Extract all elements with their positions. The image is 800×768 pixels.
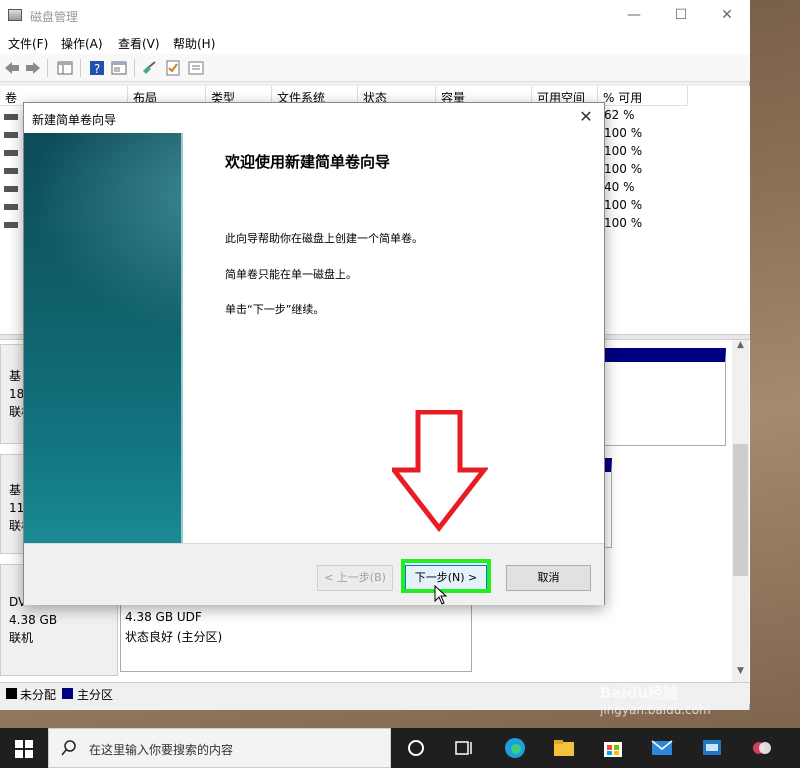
watermark-url: jingyan.baidu.com (600, 703, 711, 717)
volume-icon (4, 132, 18, 138)
unallocated-swatch (6, 688, 17, 699)
volume-icon (4, 222, 18, 228)
mail-icon[interactable] (650, 736, 674, 760)
store-icon[interactable] (601, 736, 625, 760)
vertical-scrollbar[interactable]: ▲ ▼ (732, 340, 749, 682)
console-tree-icon[interactable] (56, 59, 74, 77)
menu-view[interactable]: 查看(V) (118, 35, 160, 52)
disk-management-icon (8, 9, 22, 21)
percent-free-cell: 40 % (604, 180, 635, 194)
title-bar[interactable]: 磁盘管理 — ☐ ✕ (0, 0, 750, 32)
cancel-button[interactable]: 取消 (506, 565, 591, 591)
red-down-arrow-icon (392, 410, 488, 532)
legend-unallocated: 未分配 (20, 688, 57, 702)
help-icon[interactable]: ? (88, 59, 106, 77)
toolbar-divider (80, 59, 81, 77)
mouse-cursor-icon (434, 585, 448, 605)
new-simple-volume-wizard: 新建简单卷向导 ✕ 欢迎使用新建简单卷向导 此向导帮助你在磁盘上创建一个简单卷。… (23, 102, 605, 605)
disk-size: 4.38 GB (9, 613, 58, 627)
watermark-title: Baidu经验 (600, 684, 679, 702)
volume-icon (4, 114, 18, 120)
checklist-icon[interactable] (164, 59, 182, 77)
file-explorer-icon[interactable] (552, 736, 576, 760)
disk-0-partition[interactable] (602, 348, 726, 446)
percent-free-cell: 100 % (604, 144, 643, 158)
scroll-thumb[interactable] (733, 444, 748, 576)
window-title: 磁盘管理 (30, 10, 79, 24)
baidu-watermark: Baidu经验 jingyan.baidu.com (600, 682, 711, 717)
legend-primary: 主分区 (77, 688, 114, 702)
svg-text:?: ? (94, 62, 100, 76)
volume-icon (4, 168, 18, 174)
wizard-note: 简单卷只能在单一磁盘上。 (225, 268, 357, 281)
search-placeholder: 在这里输入你要搜索的内容 (89, 743, 234, 757)
partition-status: 状态良好 (主分区) (125, 630, 223, 644)
minimize-button[interactable]: — (611, 0, 657, 32)
wizard-instruction: 单击“下一步”继续。 (225, 303, 325, 316)
menu-file[interactable]: 文件(F) (8, 35, 48, 52)
forward-arrow-icon[interactable] (24, 59, 42, 77)
dialog-title: 新建简单卷向导 (32, 113, 117, 127)
percent-free-cell: 100 % (604, 126, 643, 140)
settings-list-icon[interactable] (187, 59, 205, 77)
menu-action[interactable]: 操作(A) (61, 35, 103, 52)
percent-free-cell: 100 % (604, 162, 643, 176)
wizard-heading: 欢迎使用新建简单卷向导 (225, 153, 391, 171)
scroll-down-icon[interactable]: ▼ (732, 666, 749, 680)
edge-browser-icon[interactable] (503, 736, 527, 760)
percent-free-cell: 100 % (604, 198, 643, 212)
wizard-description: 此向导帮助你在磁盘上创建一个简单卷。 (225, 232, 423, 245)
toolbar-divider (134, 59, 135, 77)
dialog-close-button[interactable]: ✕ (574, 105, 598, 129)
windows-start-icon[interactable] (15, 740, 33, 758)
back-button[interactable]: < 上一步(B) (317, 565, 393, 591)
menu-bar: 文件(F) 操作(A) 查看(V) 帮助(H) (0, 32, 750, 54)
properties-icon[interactable] (110, 59, 128, 77)
volume-icon (4, 204, 18, 210)
primary-swatch (62, 688, 73, 699)
col-percent-free[interactable]: % 可用 (598, 86, 688, 106)
toolbar: ? (0, 54, 750, 82)
cortana-icon[interactable] (404, 736, 428, 760)
search-icon (61, 740, 76, 756)
connect-icon[interactable] (140, 59, 158, 77)
taskbar: 在这里输入你要搜索的内容 (0, 728, 800, 768)
volume-icon (4, 186, 18, 192)
snipping-tool-icon[interactable] (750, 736, 774, 760)
disk-management-taskbar-icon[interactable] (700, 736, 724, 760)
maximize-button[interactable]: ☐ (658, 0, 704, 32)
taskbar-search[interactable]: 在这里输入你要搜索的内容 (48, 728, 391, 768)
partition-size: 4.38 GB UDF (125, 610, 202, 624)
close-button[interactable]: ✕ (704, 0, 750, 32)
scroll-up-icon[interactable]: ▲ (732, 340, 749, 354)
percent-free-cell: 62 % (604, 108, 635, 122)
menu-help[interactable]: 帮助(H) (173, 35, 215, 52)
task-view-icon[interactable] (452, 736, 476, 760)
wizard-footer: < 上一步(B) 下一步(N) > 取消 (24, 543, 604, 605)
wizard-side-banner (24, 133, 183, 543)
back-arrow-icon[interactable] (3, 59, 21, 77)
volume-icon (4, 150, 18, 156)
toolbar-divider (47, 59, 48, 77)
disk-status: 联机 (9, 631, 34, 645)
percent-free-cell: 100 % (604, 216, 643, 230)
